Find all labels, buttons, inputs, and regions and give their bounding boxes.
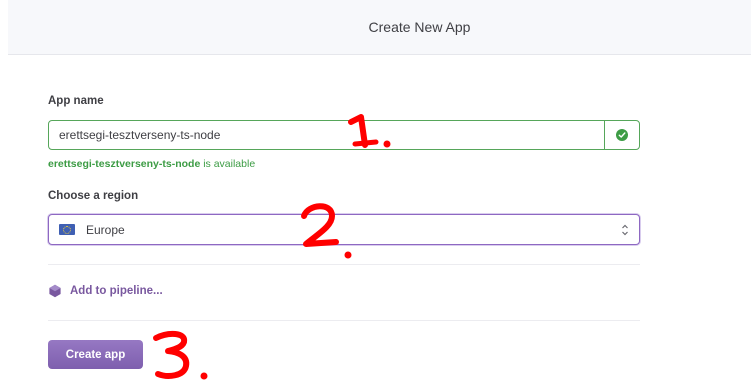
check-icon	[616, 129, 628, 141]
annotation-number-2	[301, 203, 352, 259]
eu-flag-icon	[59, 224, 75, 235]
chevron-updown-icon	[622, 224, 628, 235]
app-name-input[interactable]	[49, 121, 604, 149]
annotation-number-3	[153, 330, 208, 380]
available-app-name: erettsegi-tesztverseny-ts-node	[48, 158, 201, 170]
annotation-number-1	[348, 114, 391, 148]
divider	[48, 264, 640, 265]
create-app-button[interactable]: Create app	[48, 340, 143, 369]
region-label: Choose a region	[48, 190, 139, 202]
app-name-label: App name	[48, 95, 104, 107]
create-app-page: Create New App App name erettsegi-tesztv…	[0, 0, 751, 380]
divider	[48, 320, 640, 321]
page-header: Create New App	[8, 0, 751, 55]
availability-message: erettsegi-tesztverseny-ts-node is availa…	[48, 158, 255, 170]
app-name-field	[48, 120, 640, 150]
validation-indicator	[604, 121, 639, 149]
pipeline-hexagon-icon	[49, 284, 61, 298]
add-to-pipeline-label: Add to pipeline...	[70, 285, 163, 297]
add-to-pipeline-link[interactable]: Add to pipeline...	[48, 284, 163, 298]
page-title: Create New App	[368, 19, 471, 35]
availability-suffix: is available	[200, 158, 256, 170]
region-selected-value: Europe	[86, 222, 125, 237]
